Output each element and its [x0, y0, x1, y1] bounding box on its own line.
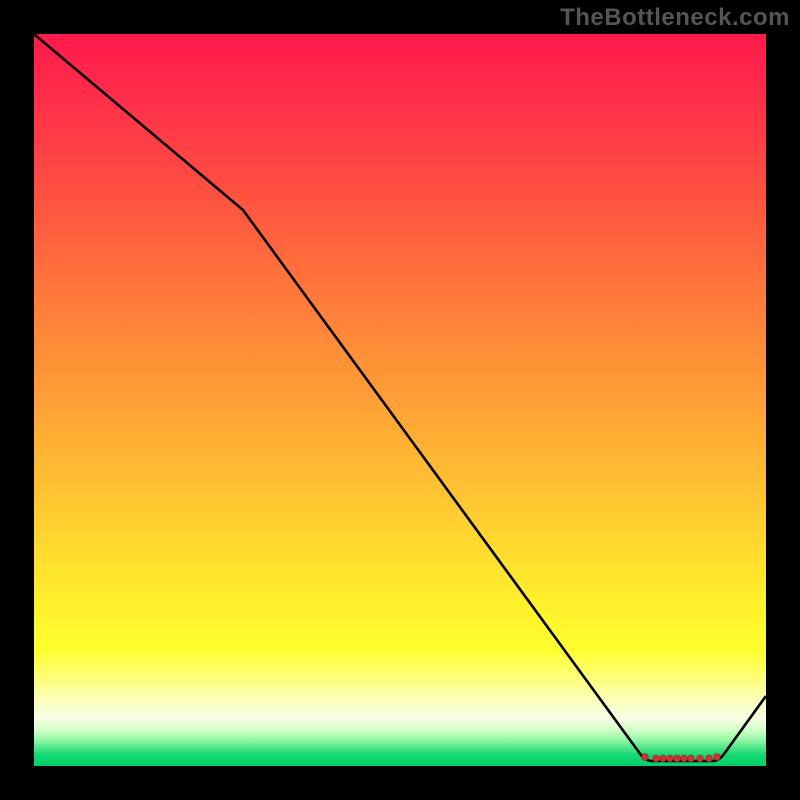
marker-dot [706, 755, 713, 762]
marker-dot [688, 755, 695, 762]
bottleneck-line [34, 34, 766, 761]
curve-overlay [34, 34, 766, 766]
marker-dot [674, 755, 681, 762]
chart-frame: TheBottleneck.com [0, 0, 800, 800]
marker-dot [667, 755, 674, 762]
marker-dot [642, 754, 649, 761]
plot-area [34, 34, 766, 766]
marker-dot [660, 755, 667, 762]
watermark-text: TheBottleneck.com [560, 4, 790, 32]
marker-dot [697, 755, 704, 762]
marker-dot [653, 755, 660, 762]
marker-dot [714, 754, 721, 761]
marker-dot [681, 755, 688, 762]
optimal-marker-group [642, 754, 721, 762]
